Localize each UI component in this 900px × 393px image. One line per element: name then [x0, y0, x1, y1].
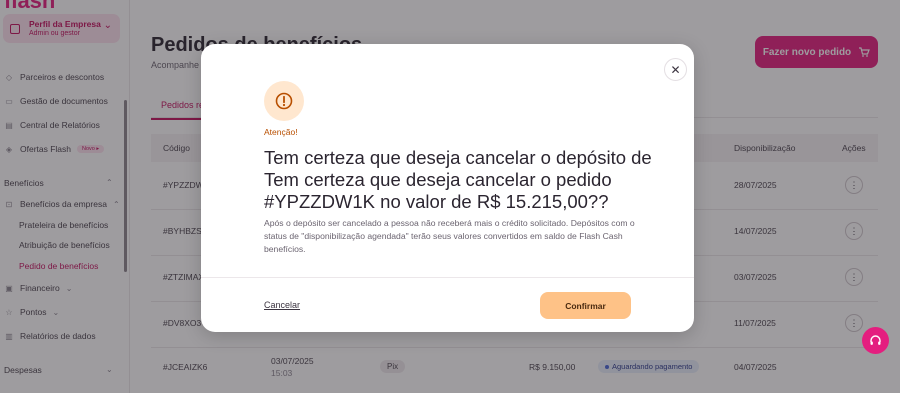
- modal-title: Tem certeza que deseja cancelar o depósi…: [264, 147, 652, 212]
- cancel-button[interactable]: Cancelar: [264, 300, 300, 310]
- confirm-button[interactable]: Confirmar: [540, 292, 631, 319]
- modal-divider: [201, 277, 694, 278]
- modal-description: Após o depósito ser cancelado a pessoa n…: [264, 218, 635, 254]
- help-button[interactable]: [862, 327, 889, 354]
- close-button[interactable]: ✕: [664, 58, 687, 81]
- warning-icon-container: [264, 81, 304, 121]
- headset-icon: [870, 335, 881, 345]
- attention-label: Atenção!: [264, 127, 298, 137]
- cancel-deposit-modal: ✕ Atenção! Tem certeza que deseja cancel…: [201, 44, 694, 332]
- close-icon: ✕: [670, 62, 681, 77]
- warning-icon: [275, 92, 293, 110]
